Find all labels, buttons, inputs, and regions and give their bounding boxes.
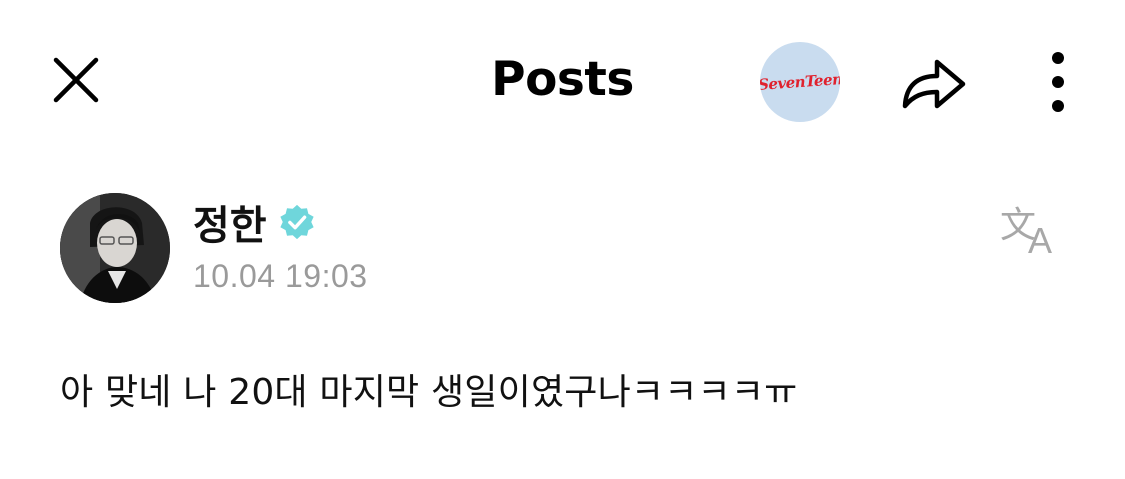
group-avatar-button[interactable]: SevenTeen (760, 42, 840, 122)
translate-icon: 文 A (1000, 205, 1052, 257)
close-icon (53, 57, 99, 103)
post-timestamp: 10.04 19:03 (193, 258, 368, 294)
group-logo: SevenTeen (760, 70, 840, 94)
more-options-button[interactable] (1030, 44, 1086, 120)
author-name[interactable]: 정한 (193, 193, 267, 251)
post-body-text: 아 맞네 나 20대 마지막 생일이였구나ㅋㅋㅋㅋㅠ (60, 372, 798, 413)
share-icon (902, 59, 966, 109)
posts-screen: Posts SevenTeen 정한 10.04 19:03 文 A 아 맞네 … (0, 0, 1125, 479)
more-vertical-icon (1052, 52, 1064, 112)
share-button[interactable] (894, 46, 974, 118)
header: Posts SevenTeen (0, 0, 1125, 160)
verified-badge-icon (277, 202, 317, 242)
close-button[interactable] (44, 48, 108, 112)
author-name-row: 정한 (193, 193, 317, 251)
svg-text:A: A (1028, 220, 1052, 257)
author-photo (60, 193, 170, 303)
author-avatar[interactable] (60, 193, 170, 303)
translate-button[interactable]: 文 A (996, 198, 1070, 260)
